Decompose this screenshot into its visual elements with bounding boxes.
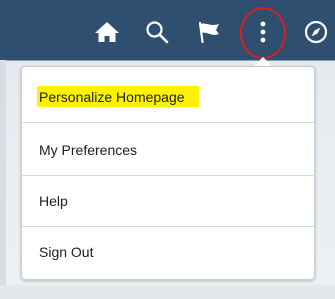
navigator-button[interactable] xyxy=(302,18,330,46)
compass-icon xyxy=(304,20,328,44)
annotation-circle xyxy=(240,7,286,59)
menu-item-label: Help xyxy=(39,192,68,209)
bottom-band xyxy=(0,285,335,299)
header-bar xyxy=(0,0,335,60)
home-button[interactable] xyxy=(93,18,121,46)
menu-item-label: Sign Out xyxy=(39,244,94,260)
actions-dropdown-menu: Personalize Homepage My Preferences Help… xyxy=(21,66,315,280)
search-button[interactable] xyxy=(143,18,171,46)
menu-item-my-preferences[interactable]: My Preferences xyxy=(22,124,314,176)
home-icon xyxy=(95,22,119,42)
menu-item-help[interactable]: Help xyxy=(22,175,314,227)
notifications-button[interactable] xyxy=(195,18,223,46)
menu-item-sign-out[interactable]: Sign Out xyxy=(22,226,314,278)
menu-item-label: My Preferences xyxy=(39,141,138,158)
search-icon xyxy=(146,21,169,44)
flag-icon xyxy=(198,21,219,44)
menu-item-label: Personalize Homepage xyxy=(37,86,199,107)
menu-item-personalize-homepage[interactable]: Personalize Homepage xyxy=(22,71,314,123)
